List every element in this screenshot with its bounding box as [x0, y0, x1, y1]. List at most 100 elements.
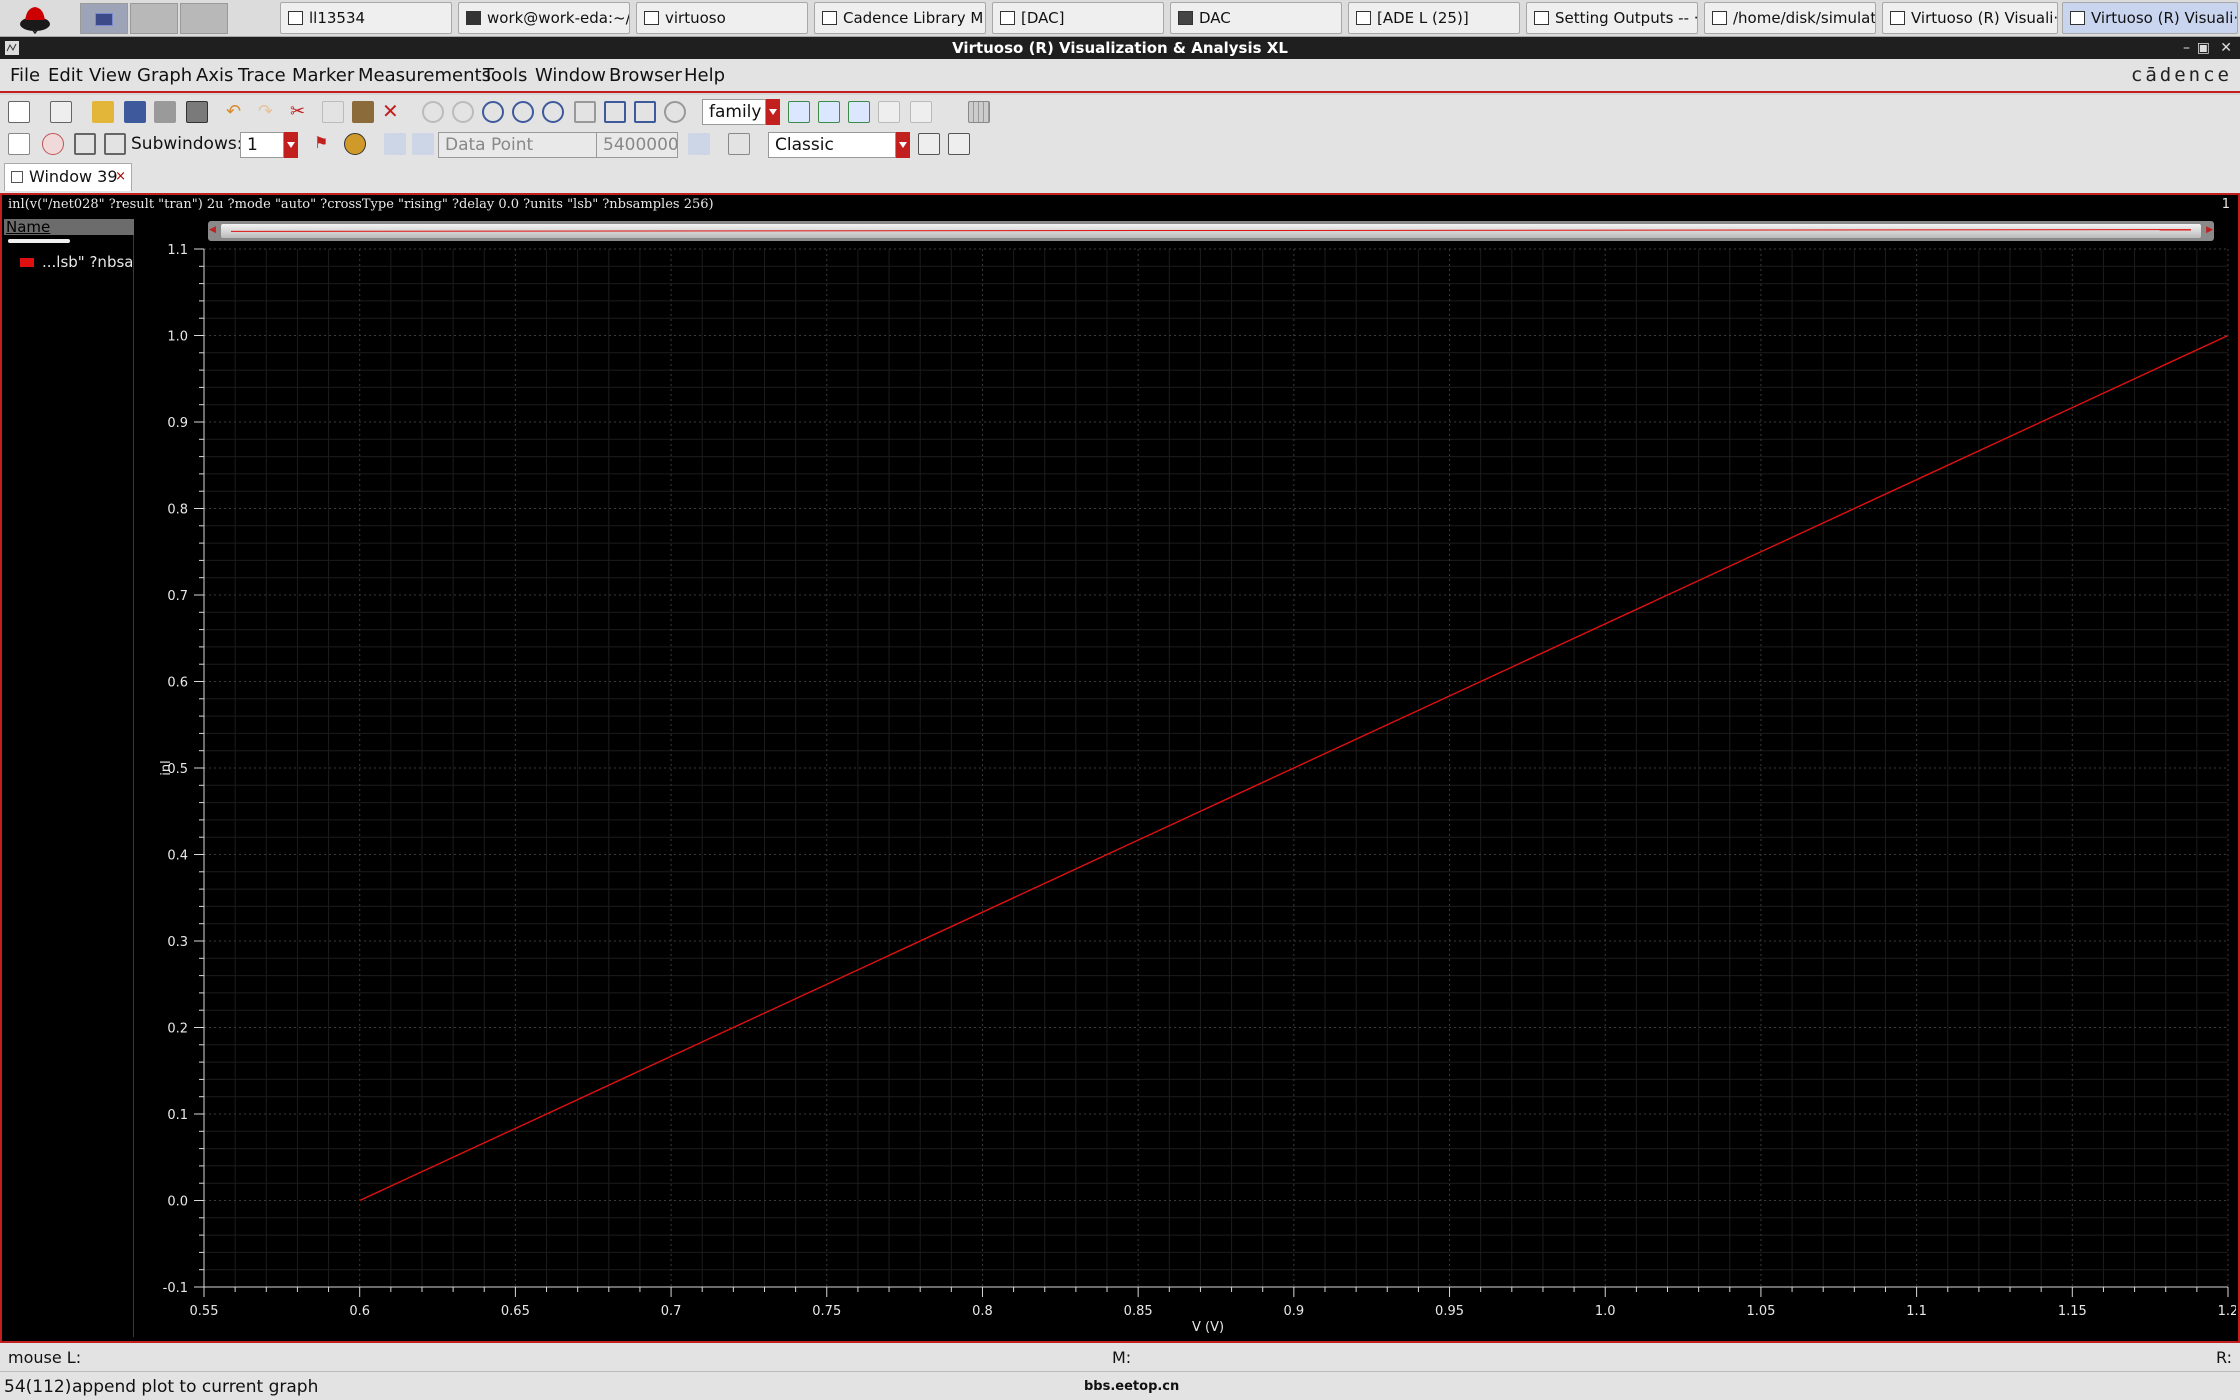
- task-virtuoso[interactable]: virtuoso: [636, 2, 808, 34]
- family-dropdown-arrow[interactable]: [766, 99, 780, 125]
- task-dac-bracket[interactable]: [DAC]: [992, 2, 1164, 34]
- stack-icon[interactable]: [74, 133, 96, 155]
- scroll-thumb[interactable]: [220, 223, 2202, 239]
- legend-swatch: [20, 258, 34, 267]
- menu-axis[interactable]: Axis: [196, 65, 233, 86]
- print-icon[interactable]: [154, 101, 176, 123]
- zoom-box-icon[interactable]: [604, 101, 626, 123]
- close-button[interactable]: ✕: [2220, 37, 2232, 59]
- menu-tools[interactable]: Tools: [483, 65, 527, 86]
- task-dac[interactable]: DAC: [1170, 2, 1342, 34]
- x-tick-label: 0.65: [501, 1304, 530, 1319]
- x-tick-label: 0.8: [972, 1304, 993, 1319]
- style-combo[interactable]: Classic: [768, 132, 896, 158]
- redhat-menu-icon[interactable]: [18, 2, 52, 34]
- maximize-button[interactable]: ▣: [2197, 37, 2210, 59]
- tab-window-39[interactable]: Window 39 ×: [4, 163, 132, 191]
- copy-icon[interactable]: [322, 101, 344, 123]
- info-icon[interactable]: [344, 133, 366, 155]
- undo-icon[interactable]: ↶: [226, 101, 248, 123]
- task-library-manager[interactable]: Cadence Library M···: [814, 2, 986, 34]
- menu-view[interactable]: View: [89, 65, 132, 86]
- layout-4-icon[interactable]: [878, 101, 900, 123]
- x-zoom-scrollbar[interactable]: ◀ ▶: [208, 221, 2214, 241]
- y-tick-label: 0.7: [167, 589, 188, 604]
- new-window-icon[interactable]: [8, 101, 30, 123]
- split-icon[interactable]: [104, 133, 126, 155]
- layout-2-icon[interactable]: [818, 101, 840, 123]
- cut-icon[interactable]: ✂: [290, 101, 312, 123]
- legend-header[interactable]: Name: [4, 219, 134, 235]
- task-simulation-path[interactable]: /home/disk/simulat···: [1704, 2, 1876, 34]
- snap-2-icon[interactable]: [412, 133, 434, 155]
- zoom-fit-icon[interactable]: [482, 101, 504, 123]
- grid-icon[interactable]: [968, 101, 990, 123]
- subwindows-arrow[interactable]: [284, 132, 298, 158]
- y-tick-label: 0.3: [167, 935, 188, 950]
- open-icon[interactable]: [92, 101, 114, 123]
- zoom-in-icon[interactable]: [512, 101, 534, 123]
- layout-5-icon[interactable]: [910, 101, 932, 123]
- scroll-right-icon[interactable]: ▶: [2206, 225, 2213, 235]
- legend-entry[interactable]: ...lsb" ?nbsar: [20, 253, 132, 273]
- redo-icon[interactable]: ↷: [258, 101, 280, 123]
- menu-trace[interactable]: Trace: [238, 65, 286, 86]
- circle-2-icon[interactable]: [452, 101, 474, 123]
- pointer-icon[interactable]: [8, 133, 30, 155]
- task-setting-outputs[interactable]: Setting Outputs -- ···: [1526, 2, 1698, 34]
- zoom-x-icon[interactable]: [574, 101, 596, 123]
- value-field[interactable]: 54000000f: [596, 132, 678, 158]
- workspace-1[interactable]: [80, 3, 128, 34]
- plot-expression: inl(v("/net028" ?result "tran") 2u ?mode…: [8, 197, 714, 212]
- window-menu-icon[interactable]: [4, 40, 20, 56]
- watermark: bbs.eetop.cn: [1084, 1379, 1180, 1394]
- style-dropdown-arrow[interactable]: [896, 132, 910, 158]
- task-viva-2[interactable]: Virtuoso (R) Visuali···: [2062, 2, 2238, 34]
- layout-3-icon[interactable]: [848, 101, 870, 123]
- data-point-combo[interactable]: Data Point: [438, 132, 598, 158]
- task-viva-1[interactable]: Virtuoso (R) Visuali···: [1882, 2, 2058, 34]
- legend-scroll[interactable]: [8, 239, 70, 243]
- zoom-reset-icon[interactable]: [664, 101, 686, 123]
- snap-icon[interactable]: [384, 133, 406, 155]
- menu-browser[interactable]: Browser: [609, 65, 682, 86]
- y-tick-label: 0.9: [167, 416, 188, 431]
- menu-file[interactable]: File: [10, 65, 40, 86]
- tab-close-icon[interactable]: ×: [115, 164, 126, 190]
- marker-flag-icon[interactable]: ⚑: [314, 133, 336, 155]
- minimize-button[interactable]: –: [2183, 37, 2190, 59]
- subwindows-spinbox[interactable]: 1: [240, 132, 284, 158]
- bar-chart-icon[interactable]: [688, 133, 710, 155]
- menu-marker[interactable]: Marker: [292, 65, 354, 86]
- workspace-3[interactable]: [180, 3, 228, 34]
- zoom-y-icon[interactable]: [634, 101, 656, 123]
- paste-icon[interactable]: [352, 101, 374, 123]
- menu-graph[interactable]: Graph: [137, 65, 192, 86]
- zoom-out-icon[interactable]: [542, 101, 564, 123]
- calculator-icon[interactable]: [728, 133, 750, 155]
- delete-icon[interactable]: ✕: [382, 99, 404, 123]
- save-icon[interactable]: [124, 101, 146, 123]
- circle-icon[interactable]: [422, 101, 444, 123]
- plot-area[interactable]: 0.55 0.6 0.65 0.7 0.75 0.8 0.85 0.9 0.95 1.0 1.05 1…: [134, 241, 2236, 1337]
- properties-icon[interactable]: [918, 133, 940, 155]
- print-preview-icon[interactable]: [186, 101, 208, 123]
- menu-window[interactable]: Window: [535, 65, 606, 86]
- task-terminal[interactable]: work@work-eda:~/···: [458, 2, 630, 34]
- layout-1-icon[interactable]: [788, 101, 810, 123]
- message-bar: 54(112) append plot to current graph bbs…: [0, 1371, 2240, 1400]
- menu-help[interactable]: Help: [684, 65, 725, 86]
- task-ll13534[interactable]: ll13534: [280, 2, 452, 34]
- y-tick-label: 0.8: [167, 503, 188, 518]
- scroll-left-icon[interactable]: ◀: [209, 225, 216, 235]
- workspace-2[interactable]: [130, 3, 178, 34]
- palette-icon[interactable]: [42, 133, 64, 155]
- family-combo[interactable]: family: [702, 99, 766, 125]
- menu-edit[interactable]: Edit: [48, 65, 83, 86]
- cadence-icon: [1712, 11, 1727, 25]
- task-ade-l[interactable]: [ADE L (25)]: [1348, 2, 1520, 34]
- menu-measurements[interactable]: Measurements: [358, 65, 491, 86]
- new-subwindow-icon[interactable]: [50, 101, 72, 123]
- settings-icon[interactable]: [948, 133, 970, 155]
- y-tick-label: 0.4: [167, 849, 188, 864]
